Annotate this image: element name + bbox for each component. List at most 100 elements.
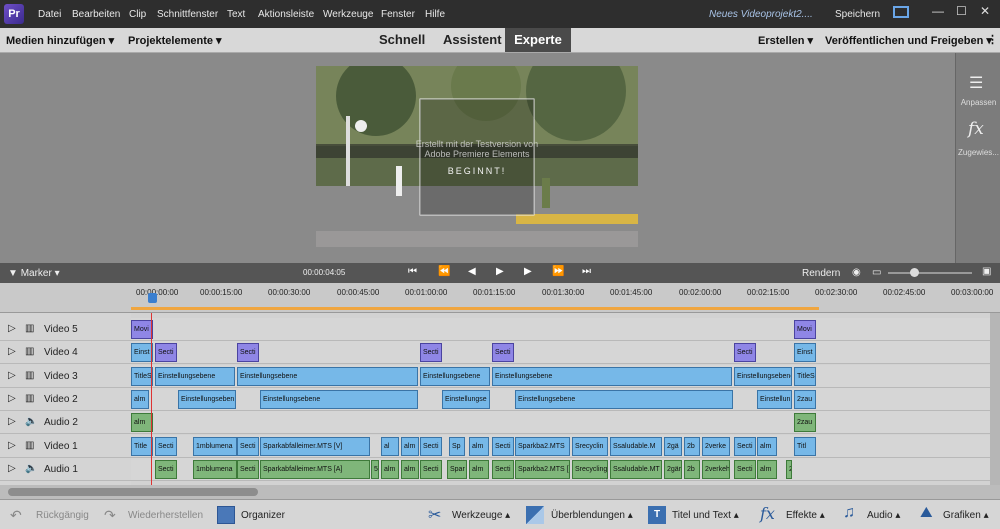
menu-fenster[interactable]: Fenster [381, 9, 415, 20]
work-area-bar[interactable] [131, 307, 819, 310]
timeline-clip[interactable]: Titl [794, 436, 816, 456]
film-icon[interactable]: ▥ [25, 323, 34, 334]
expand-track-icon[interactable]: ▷ [8, 416, 16, 427]
timeline-clip[interactable]: al [381, 436, 399, 456]
timeline-clip[interactable]: Secti [237, 459, 259, 479]
tab-schnell[interactable]: Schnell [379, 32, 425, 47]
timeline-clip[interactable]: alm [401, 436, 419, 456]
menu-hilfe[interactable]: Hilfe [425, 9, 445, 20]
tab-experte[interactable]: Experte [505, 28, 571, 52]
menu-aktionsleiste[interactable]: Aktionsleiste [258, 9, 314, 20]
organizer-icon[interactable] [217, 506, 235, 524]
timeline-clip[interactable]: Einstellungsebene [734, 366, 792, 386]
speaker-icon[interactable]: 🔈 [25, 416, 37, 427]
timeline-clip[interactable]: Secti [155, 436, 177, 456]
timeline-clip[interactable]: 2 [786, 459, 792, 479]
timeline-clip[interactable]: Einstellungsebene [260, 389, 418, 409]
video-preview[interactable]: Erstellt mit der Testversion von Adobe P… [316, 66, 638, 247]
track-header[interactable]: ▷ ▥ Video 1 [0, 435, 131, 458]
track-lane[interactable]: TitleS Einstellungsebene Einstellungsebene… [131, 364, 990, 388]
track-lane[interactable]: Movi Movi [131, 318, 990, 341]
menu-werkzeuge[interactable]: Werkzeuge [323, 9, 373, 20]
timeline-clip[interactable]: Secti [420, 436, 442, 456]
zoom-slider-handle[interactable] [910, 268, 919, 277]
redo-icon[interactable]: ↷ [104, 507, 116, 524]
fx-icon[interactable]: fx [968, 119, 984, 139]
timeline-clip[interactable]: TitleS [794, 366, 816, 386]
menu-clip[interactable]: Clip [129, 9, 146, 20]
timeline-clip[interactable]: Secti [155, 343, 177, 363]
timeline-clip[interactable]: Secti [155, 459, 177, 479]
track-lane[interactable]: alm 2zau [131, 411, 990, 435]
timeline-clip[interactable]: Einstellungsebene [420, 366, 490, 386]
tab-assistent[interactable]: Assistent [443, 32, 502, 47]
tools-button[interactable]: Werkzeuge ▴ [452, 510, 510, 521]
applied-effects-label[interactable]: Zugewies... [956, 148, 1000, 157]
track-lane[interactable]: Title Secti 1mblumena Secti Sparkabfalleimer… [131, 434, 990, 458]
audio-note-icon[interactable]: ♫ [843, 504, 855, 522]
zoom-out-icon[interactable]: ▭ [872, 267, 881, 278]
timeline-clip[interactable]: alm [401, 459, 419, 479]
timeline-clip[interactable]: Spar [447, 459, 467, 479]
more-menu-icon[interactable]: ⋮ [987, 33, 998, 46]
timeline-clip[interactable]: Secti [734, 343, 756, 363]
timeline-clip[interactable]: Secti [237, 436, 259, 456]
menu-datei[interactable]: Datei [38, 9, 61, 20]
timeline-clip[interactable]: Einstellungseben [178, 389, 236, 409]
timeline-clip[interactable]: 2verkehr [702, 459, 730, 479]
timeline-clip[interactable]: Ssaludable.MT [610, 459, 662, 479]
track-header[interactable]: ▷ 🔈 Audio 1 [0, 458, 131, 481]
render-toggle-icon[interactable]: ◉ [852, 267, 861, 278]
close-icon[interactable]: ✕ [980, 4, 990, 18]
graphics-icon[interactable]: ⛰ [920, 504, 933, 521]
marker-dropdown[interactable]: ▼ Marker ▾ [8, 268, 60, 279]
zoom-slider[interactable] [888, 272, 972, 274]
timeline-clip[interactable]: 2verke [702, 436, 730, 456]
timeline-clip[interactable]: Sparkabfalleimer.MTS [V] [260, 436, 370, 456]
timeline-clip[interactable]: TitleS [131, 366, 153, 386]
adjust-label[interactable]: Anpassen [956, 98, 1000, 107]
undo-icon[interactable]: ↶ [10, 507, 22, 524]
redo-button[interactable]: Wiederherstellen [128, 510, 203, 521]
publish-share-button[interactable]: Veröffentlichen und Freigeben ▾ [825, 34, 992, 47]
timeline-clip[interactable]: Einstellungsebene [515, 389, 733, 409]
film-icon[interactable]: ▥ [25, 370, 34, 381]
timeline-clip[interactable]: 2b [684, 459, 700, 479]
film-icon[interactable]: ▥ [25, 393, 34, 404]
effects-fx-icon[interactable]: fx [760, 504, 775, 523]
timeline-clip[interactable]: Sparkba2.MTS [515, 436, 570, 456]
timeline-clip[interactable]: Secti [420, 459, 442, 479]
timeline-clip[interactable]: Secti [237, 343, 259, 363]
timeline-clip[interactable]: Sparkabfalleimer.MTS [A] [260, 459, 370, 479]
project-assets-button[interactable]: Projektelemente ▾ [128, 34, 222, 47]
timeline-clip[interactable]: Einstellungsebene [237, 366, 418, 386]
timeline-clip[interactable]: Ssaludable.M [610, 436, 662, 456]
next-edit-icon[interactable]: ⏩ [552, 266, 564, 277]
timeline-ruler[interactable]: 00:00:00:00 00:00:15:00 00:00:30:00 00:00:4… [0, 283, 1000, 313]
timeline-clip[interactable]: alm [381, 459, 399, 479]
timeline-clip[interactable]: Einst [794, 343, 816, 363]
timeline-clip[interactable]: 2zau [794, 389, 816, 409]
timeline-clip[interactable]: Sp [449, 436, 465, 456]
create-button[interactable]: Erstellen ▾ [758, 34, 813, 47]
timeline-clip[interactable]: Einst [131, 343, 153, 363]
save-button[interactable]: Speichern [835, 9, 880, 20]
timeline-clip[interactable]: 1mblumena [193, 459, 237, 479]
timeline-clip[interactable]: Secti [420, 343, 442, 363]
timeline-clip[interactable]: 2b [684, 436, 700, 456]
timeline-clip[interactable]: Sparkba2.MTS [ [515, 459, 570, 479]
fullscreen-monitor-icon[interactable] [893, 6, 909, 18]
tools-icon[interactable]: ✂ [428, 505, 441, 525]
timeline-clip[interactable]: Einstellun [757, 389, 792, 409]
track-lane[interactable]: Einst Secti Secti Secti Secti Secti Einst [131, 341, 990, 365]
titles-icon[interactable]: T [648, 506, 666, 524]
timeline-clip[interactable]: alm [131, 413, 153, 433]
track-header[interactable]: ▷ ▥ Video 5 [0, 318, 131, 341]
expand-track-icon[interactable]: ▷ [8, 463, 16, 474]
timeline-clip[interactable]: 2gärt [664, 459, 682, 479]
horizontal-scroll-thumb[interactable] [8, 488, 258, 496]
track-header[interactable]: ▷ 🔈 Audio 2 [0, 411, 131, 435]
timeline-clip[interactable]: alm [469, 459, 489, 479]
track-lane[interactable]: Secti 1mblumena Secti Sparkabfalleimer.MTS … [131, 457, 990, 481]
go-to-start-icon[interactable]: ⏮ [408, 266, 417, 277]
